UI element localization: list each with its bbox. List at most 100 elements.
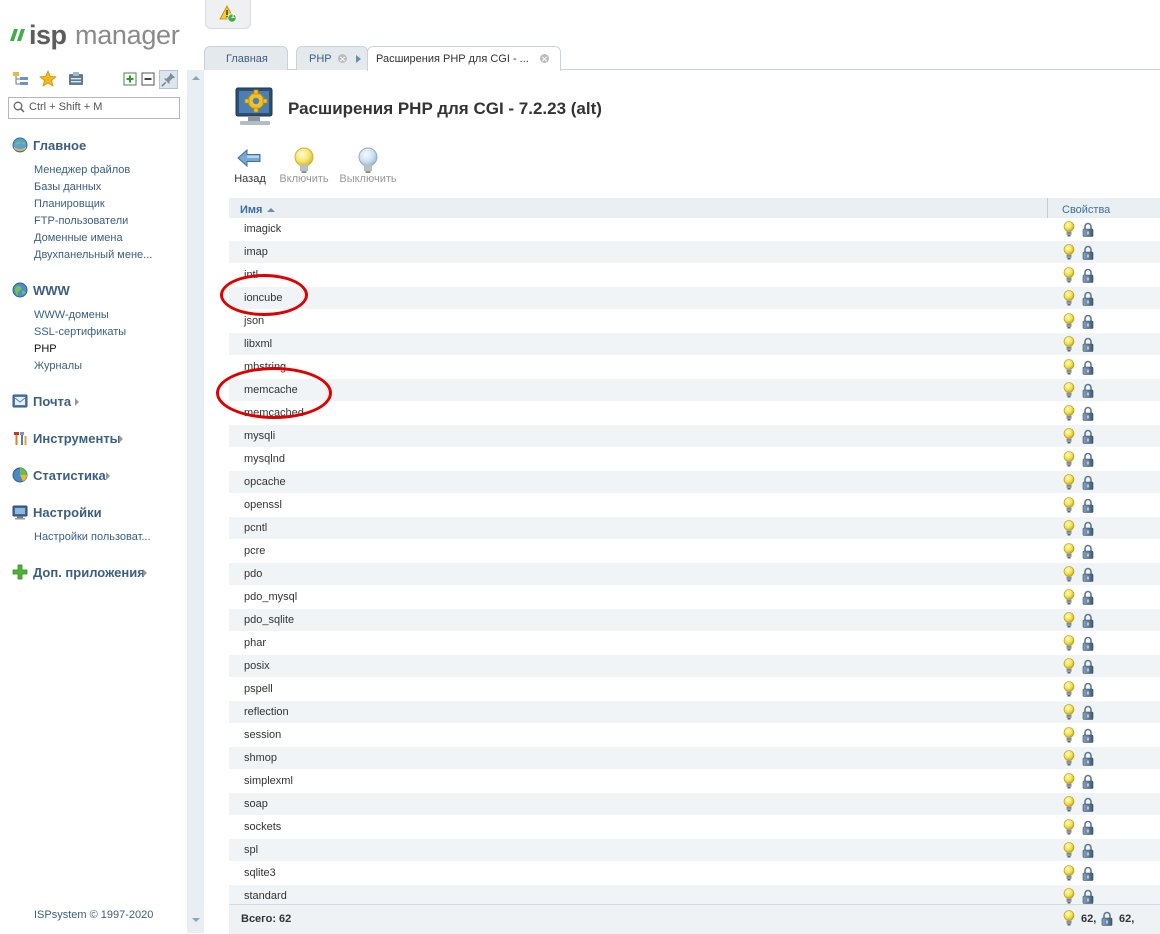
tab-close-icon[interactable] — [540, 54, 549, 63]
table-row[interactable]: spl — [229, 839, 1160, 862]
nav-item-scheduler[interactable]: Планировщик — [34, 196, 152, 213]
lightbulb-icon — [1063, 267, 1075, 283]
lock-icon — [1082, 406, 1094, 421]
extension-name: simplexml — [244, 775, 293, 787]
lightbulb-icon — [1063, 658, 1075, 674]
table-row[interactable]: pdo_sqlite — [229, 609, 1160, 632]
scroll-down-icon[interactable] — [192, 918, 200, 922]
scroll-up-icon[interactable] — [192, 76, 200, 80]
extension-name: sqlite3 — [244, 867, 276, 879]
column-header-properties[interactable]: Свойства — [1062, 204, 1110, 216]
table-row[interactable]: sqlite3 — [229, 862, 1160, 885]
tab-php-cgi-extensions[interactable]: Расширения PHP для CGI - ... — [367, 46, 561, 71]
table-row[interactable]: pcntl — [229, 517, 1160, 540]
nav-item-logs[interactable]: Журналы — [34, 358, 126, 375]
lightbulb-icon — [1063, 727, 1075, 743]
clipboard-icon[interactable] — [67, 70, 85, 88]
sidebar-scrollbar[interactable] — [187, 70, 204, 933]
disable-button[interactable]: Выключить — [338, 146, 398, 188]
nav-section-main: Главное Менеджер файлов Базы данных План… — [12, 137, 152, 264]
table-row[interactable]: mysqlnd — [229, 448, 1160, 471]
nav-item-php[interactable]: PHP — [34, 341, 126, 358]
extension-name: standard — [244, 890, 287, 902]
settings-monitor-icon — [12, 505, 28, 520]
table-row[interactable]: mbstring — [229, 356, 1160, 379]
extension-name: json — [244, 315, 265, 327]
extension-name: spl — [244, 844, 259, 856]
lightbulb-icon — [1063, 405, 1075, 421]
nav-header-label: Главное — [33, 138, 87, 153]
logo-slashes-icon — [10, 29, 25, 41]
table-row[interactable]: memcache — [229, 379, 1160, 402]
nav-item-ssl-certificates[interactable]: SSL-сертификаты — [34, 324, 126, 341]
nav-header-main[interactable]: Главное — [12, 137, 152, 155]
lightbulb-icon — [1063, 451, 1075, 467]
enable-button[interactable]: Включить — [278, 146, 330, 188]
table-row[interactable]: soap — [229, 793, 1160, 816]
table-row[interactable]: intl — [229, 264, 1160, 287]
disable-label: Выключить — [339, 173, 397, 185]
nav-header-label: Почта — [33, 394, 72, 409]
tab-close-icon[interactable] — [338, 54, 347, 63]
table-row[interactable]: mysqli — [229, 425, 1160, 448]
table-row[interactable]: pdo — [229, 563, 1160, 586]
table-row[interactable]: json — [229, 310, 1160, 333]
table-row[interactable]: imap — [229, 241, 1160, 264]
lock-icon — [1082, 728, 1094, 743]
tab-main[interactable]: Главная — [204, 46, 288, 70]
nav-item-file-manager[interactable]: Менеджер файлов — [34, 162, 152, 179]
lightbulb-icon — [1063, 336, 1075, 352]
table-row[interactable]: shmop — [229, 747, 1160, 770]
table-row[interactable]: session — [229, 724, 1160, 747]
table-row[interactable]: ioncube — [229, 287, 1160, 310]
table-row[interactable]: pdo_mysql — [229, 586, 1160, 609]
table-row[interactable]: openssl — [229, 494, 1160, 517]
collapse-all-icon[interactable] — [139, 70, 157, 88]
expand-all-icon[interactable] — [121, 70, 139, 88]
nav-item-www-domains[interactable]: WWW-домены — [34, 307, 126, 324]
lock-icon — [1082, 521, 1094, 536]
notifications-button[interactable]: 1 — [205, 0, 251, 29]
pin-icon[interactable] — [159, 70, 178, 89]
nav-header-label: Настройки — [33, 505, 102, 520]
table-row[interactable]: imagick — [229, 218, 1160, 241]
column-header-name[interactable]: Имя — [240, 204, 262, 216]
table-row[interactable]: pcre — [229, 540, 1160, 563]
lightbulb-icon — [1063, 865, 1075, 881]
table-row[interactable]: reflection — [229, 701, 1160, 724]
nav-header-settings[interactable]: Настройки — [12, 504, 151, 522]
copyright-text: ISPsystem © 1997-2020 — [34, 909, 154, 921]
table-row[interactable]: simplexml — [229, 770, 1160, 793]
extension-name: phar — [244, 637, 267, 649]
favorites-star-icon[interactable] — [39, 70, 57, 88]
table-row[interactable]: posix — [229, 655, 1160, 678]
extension-name: pdo — [244, 568, 263, 580]
sidebar: isp manager Главное Менедж — [0, 0, 187, 933]
table-row[interactable]: opcache — [229, 471, 1160, 494]
lightbulb-icon — [1063, 244, 1075, 260]
sort-ascending-icon[interactable] — [267, 208, 275, 212]
nav-header-label: WWW — [33, 283, 70, 298]
menu-search-input[interactable] — [29, 99, 175, 115]
table-row[interactable]: libxml — [229, 333, 1160, 356]
column-divider[interactable] — [1047, 198, 1048, 220]
nav-item-dual-pane-manager[interactable]: Двухпанельный мене... — [34, 247, 152, 264]
lock-icon — [1101, 911, 1113, 926]
table-footer: Всего: 62 62, 62, — [229, 904, 1160, 934]
extension-name: imagick — [244, 223, 282, 235]
table-row[interactable]: pspell — [229, 678, 1160, 701]
lightbulb-icon — [1063, 612, 1075, 628]
table-row[interactable]: phar — [229, 632, 1160, 655]
nav-item-databases[interactable]: Базы данных — [34, 179, 152, 196]
nav-header-www[interactable]: WWW — [12, 282, 126, 300]
table-row[interactable]: sockets — [229, 816, 1160, 839]
back-button[interactable]: Назад — [232, 146, 268, 188]
nav-item-domain-names[interactable]: Доменные имена — [34, 230, 152, 247]
nav-item-user-settings[interactable]: Настройки пользоват... — [34, 529, 151, 546]
table-row[interactable]: memcached — [229, 402, 1160, 425]
logo-text-light: manager — [75, 20, 180, 50]
nav-item-ftp-users[interactable]: FTP-пользователи — [34, 213, 152, 230]
lightbulb-icon — [1063, 474, 1075, 490]
chevron-right-icon — [75, 398, 79, 406]
tree-view-icon[interactable] — [12, 70, 30, 88]
